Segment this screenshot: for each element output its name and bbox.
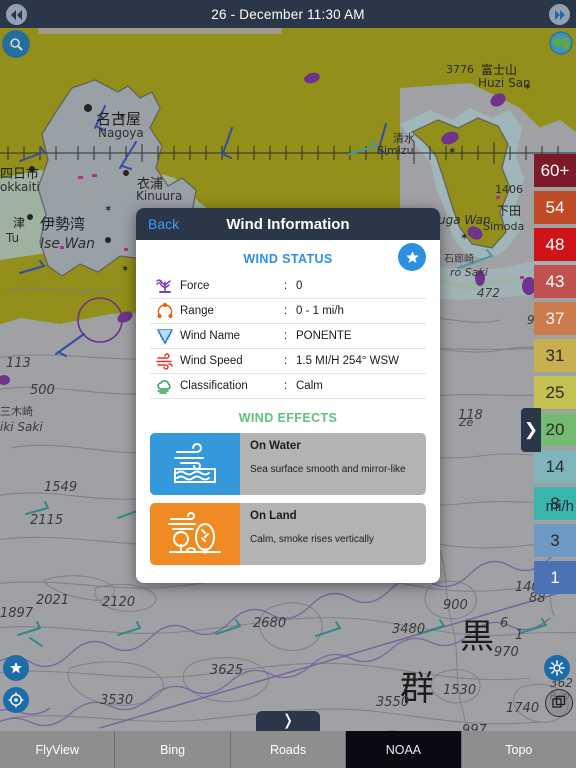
layers-glyph — [552, 695, 566, 708]
wind-scale-unit: mi/h — [545, 498, 574, 515]
date-time-label: 26 - December 11:30 AM — [211, 6, 365, 22]
wind-scale-cell[interactable]: 3 — [534, 524, 576, 557]
globe-glyph — [549, 31, 573, 55]
tab-noaa[interactable]: NOAA — [346, 731, 462, 768]
tornado-icon — [150, 326, 180, 346]
row-label: Force — [180, 280, 210, 292]
star-icon[interactable] — [3, 655, 29, 681]
status-bar: 26 - December 11:30 AM — [0, 0, 576, 28]
locate-icon[interactable] — [3, 687, 29, 713]
beaufort-tree-icon — [150, 276, 180, 296]
search-glyph — [9, 37, 22, 50]
row-value: 0 - 1 mi/h — [296, 305, 344, 317]
row-value: PONENTE — [296, 330, 352, 342]
effect-text: On Land Calm, smoke rises vertically — [240, 503, 426, 565]
wind-status-row: Wind Speed:1.5 MI/H 254° WSW — [150, 349, 426, 374]
row-separator: : — [284, 355, 288, 367]
wind-scale-cell[interactable]: 54 — [534, 191, 576, 224]
svg-text:✶: ✶ — [121, 264, 129, 275]
effect-description: Calm, smoke rises vertically — [250, 534, 374, 545]
wind-scale-cell[interactable]: 60+ — [534, 154, 576, 187]
wind-status-rows: Force:0 Range:0 - 1 mi/h Wind Name: PONENTE… — [150, 274, 426, 399]
wind-speed-scale[interactable]: 60+ 54 48 43 37 31 25 20 14 8 3 1 — [532, 154, 576, 594]
fast-forward-icon[interactable] — [549, 4, 570, 25]
rewind-icon[interactable] — [6, 4, 27, 25]
wind-status-row: Wind Name: PONENTE — [150, 324, 426, 349]
row-label: Wind Speed — [180, 355, 243, 367]
svg-text:✶: ✶ — [104, 204, 112, 215]
map-source-tabbar[interactable]: FlyView Bing Roads NOAA Topo — [0, 731, 576, 768]
tab-topo[interactable]: Topo — [461, 731, 576, 768]
favorite-star-button[interactable] — [398, 243, 426, 271]
effect-description: Sea surface smooth and mirror-like — [250, 464, 406, 475]
effect-title: On Land — [250, 510, 297, 522]
map-top-strip — [38, 28, 282, 34]
cloud-wind-icon — [150, 376, 180, 396]
wind-scale-cell[interactable]: 48 — [534, 228, 576, 261]
wind-water-icon — [150, 433, 240, 495]
svg-text:群: 群 — [400, 669, 434, 709]
row-value: 0 — [296, 280, 303, 292]
star-glyph — [10, 662, 22, 674]
wind-status-row: Classification: Calm — [150, 374, 426, 399]
svg-text:✶: ✶ — [523, 82, 531, 93]
row-value: Calm — [296, 380, 323, 392]
fast-forward-glyph — [554, 9, 565, 20]
wind-scale-cell[interactable]: 1 — [534, 561, 576, 594]
locate-glyph — [8, 692, 24, 708]
row-separator: : — [284, 280, 288, 292]
wind-scale-cell[interactable]: 37 — [534, 302, 576, 335]
app-root: ✶ ✶ ✶ ✶ ✶ ✶ 黒 群 3776 富士山 Huzi San 名古屋 Na… — [0, 0, 576, 768]
tab-flyview[interactable]: FlyView — [0, 731, 116, 768]
dialog-body: WIND STATUS Force:0 Range:0 - 1 mi/h Wind … — [136, 240, 440, 583]
globe-icon[interactable] — [548, 30, 574, 56]
wind-effects-heading: WIND EFFECTS — [238, 411, 338, 425]
tab-roads[interactable]: Roads — [230, 731, 347, 768]
chevron-right-icon[interactable]: ❯ — [521, 408, 541, 452]
dialog-header: Back Wind Information — [136, 208, 440, 240]
row-separator: : — [284, 380, 288, 392]
row-separator: : — [284, 330, 288, 342]
tab-bing[interactable]: Bing — [115, 731, 231, 768]
row-label: Wind Name — [180, 330, 241, 342]
wind-land-icon — [150, 503, 240, 565]
wind-effect-card: On Land Calm, smoke rises vertically — [150, 503, 426, 565]
svg-text:✶: ✶ — [118, 112, 126, 123]
wind-scale-cell[interactable]: 14 — [534, 450, 576, 483]
svg-text:✶: ✶ — [460, 232, 468, 243]
wind-information-dialog: Back Wind Information WIND STATUS Force:… — [136, 208, 440, 583]
chevron-down-icon[interactable]: ❭ — [256, 711, 320, 731]
wind-effect-card: On Water Sea surface smooth and mirror-li… — [150, 433, 426, 495]
back-button[interactable]: Back — [148, 216, 179, 232]
svg-text:✶: ✶ — [448, 146, 456, 157]
row-value: 1.5 MI/H 254° WSW — [296, 355, 400, 367]
wind-gust-icon — [150, 351, 180, 371]
wind-scale-cell[interactable]: 43 — [534, 265, 576, 298]
layers-icon[interactable] — [545, 689, 573, 717]
star-icon — [405, 250, 419, 263]
wind-status-row: Force:0 — [150, 274, 426, 299]
wind-status-heading: WIND STATUS — [243, 252, 333, 266]
dialog-title: Wind Information — [226, 215, 350, 233]
row-separator: : — [284, 305, 288, 317]
wind-scale-cell[interactable]: 25 — [534, 376, 576, 409]
effect-text: On Water Sea surface smooth and mirror-li… — [240, 433, 426, 495]
row-label: Range — [180, 305, 214, 317]
range-nodes-icon — [150, 301, 180, 321]
wind-status-row: Range:0 - 1 mi/h — [150, 299, 426, 324]
row-label: Classification — [180, 380, 248, 392]
effect-title: On Water — [250, 440, 301, 452]
wind-effects-cards: On Water Sea surface smooth and mirror-li… — [150, 433, 426, 565]
svg-text:黒: 黒 — [460, 617, 494, 657]
gear-glyph — [549, 660, 565, 676]
wind-scale-cell[interactable]: 31 — [534, 339, 576, 372]
rewind-glyph — [10, 9, 22, 20]
search-icon[interactable] — [2, 30, 30, 58]
gear-icon[interactable] — [544, 655, 570, 681]
